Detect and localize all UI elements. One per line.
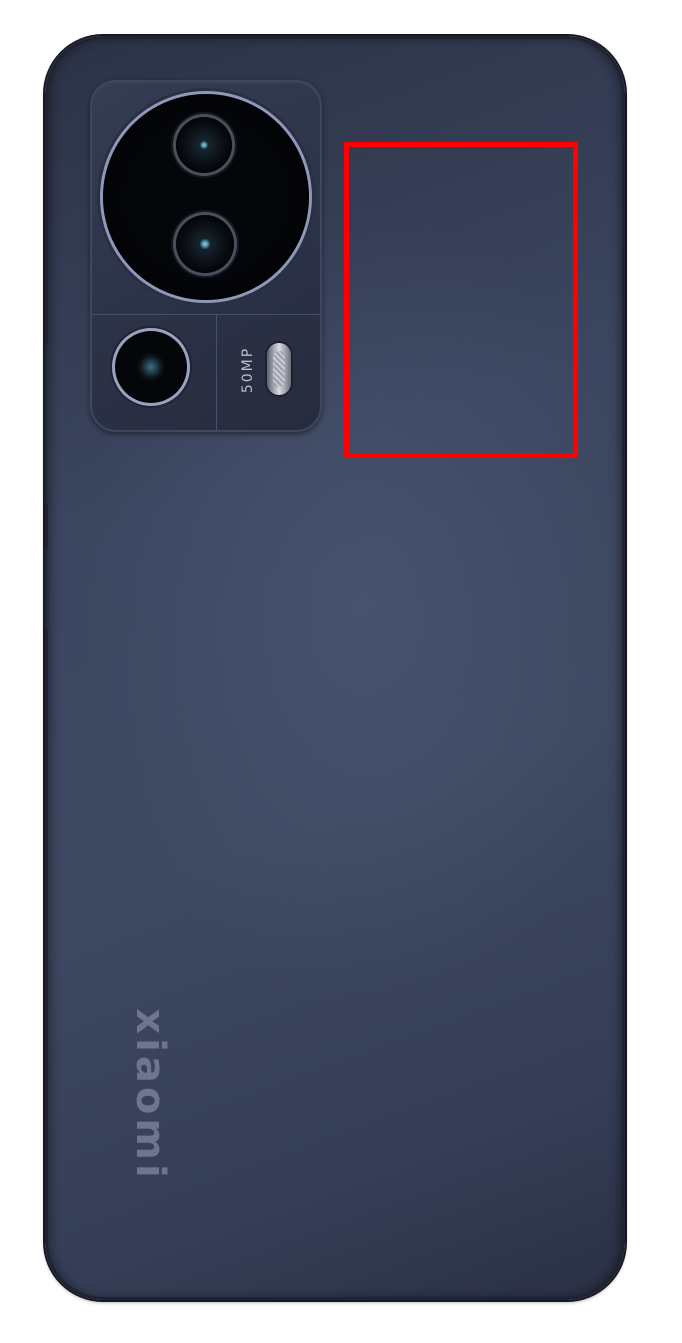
lens-glint	[200, 239, 210, 249]
secondary-camera-lens	[176, 215, 234, 273]
primary-camera-lens	[176, 117, 232, 173]
camera-module-divider	[92, 314, 320, 315]
tertiary-camera-lens	[137, 353, 165, 381]
lens-glint	[199, 140, 209, 150]
highlight-box	[344, 142, 578, 458]
power-button	[43, 548, 49, 630]
flash-led	[267, 343, 291, 395]
volume-button	[43, 345, 49, 505]
camera-spec-label: 50MP	[240, 346, 256, 394]
brand-logo: xiaomi	[127, 1008, 173, 1182]
camera-module-divider	[216, 315, 217, 430]
